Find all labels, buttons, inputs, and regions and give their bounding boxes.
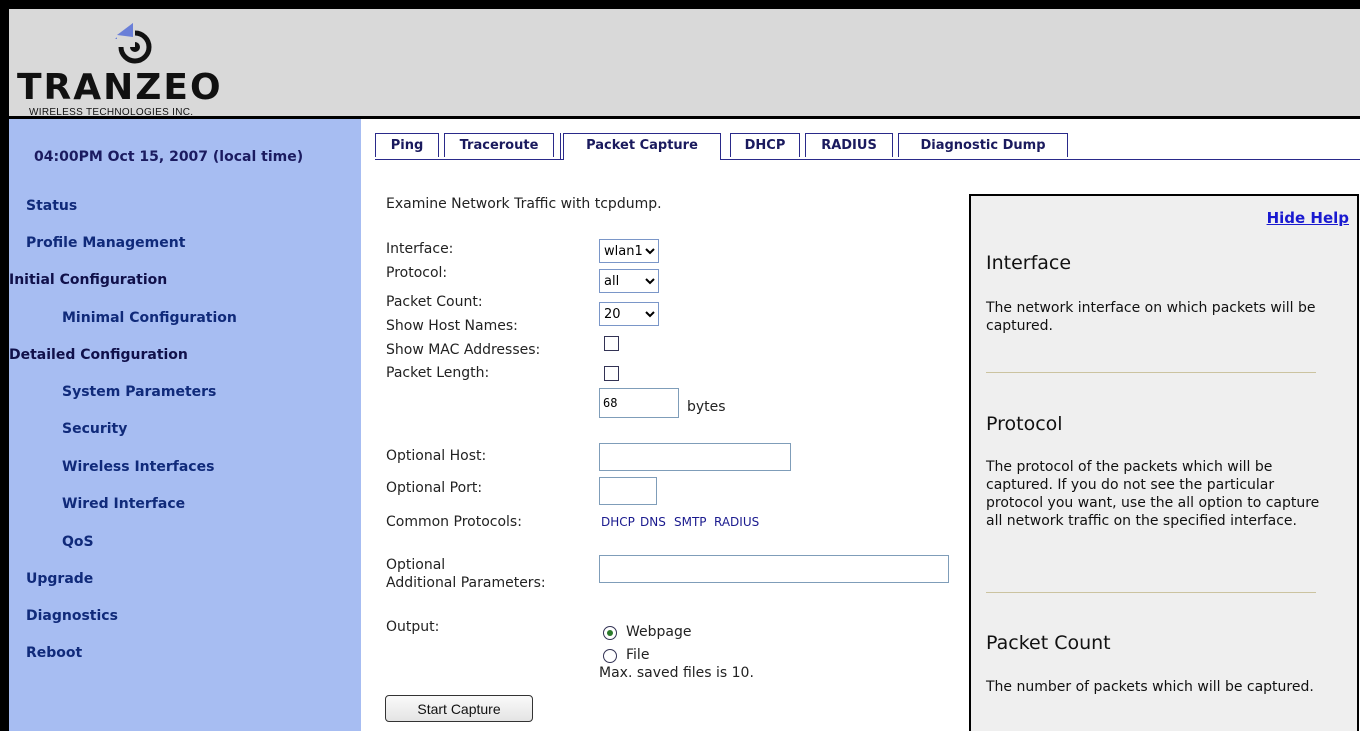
common-protocols-label: Common Protocols: [386, 514, 522, 530]
output-webpage-radio[interactable] [603, 626, 617, 640]
logo-subtitle: WIRELESS TECHNOLOGIES INC. [29, 107, 194, 118]
help-text-interface: The network interface on which packets w… [986, 300, 1316, 334]
form-intro: Examine Network Traffic with tcpdump. [386, 196, 662, 212]
show-mac-label: Show MAC Addresses: [386, 342, 541, 358]
optional-host-label: Optional Host: [386, 448, 487, 464]
show-host-names-checkbox[interactable] [604, 336, 619, 351]
optional-port-input[interactable] [599, 477, 657, 505]
help-divider [986, 592, 1316, 593]
tranzeo-logo[interactable]: TRANZEO WIRELESS TECHNOLOGIES INC. [17, 21, 297, 118]
sidebar-item-status[interactable]: Status [26, 198, 77, 214]
interface-select[interactable]: wlan1 [599, 239, 659, 263]
sidebar-item-wireless-interfaces[interactable]: Wireless Interfaces [62, 459, 214, 475]
packet-capture-form: Examine Network Traffic with tcpdump. In… [375, 159, 975, 731]
tab-traceroute[interactable]: Traceroute [444, 133, 554, 157]
protocol-link-smtp[interactable]: SMTP [674, 515, 707, 529]
sidebar-item-reboot[interactable]: Reboot [26, 645, 82, 661]
start-capture-button[interactable]: Start Capture [385, 695, 533, 722]
optional-params-input[interactable] [599, 555, 949, 583]
show-host-names-label: Show Host Names: [386, 318, 518, 334]
help-divider [986, 372, 1316, 373]
show-mac-checkbox[interactable] [604, 366, 619, 381]
help-title-protocol: Protocol [986, 413, 1063, 435]
help-text-packet-count: The number of packets which will be capt… [986, 679, 1314, 695]
sidebar-item-detailed-configuration[interactable]: Detailed Configuration [9, 347, 188, 363]
logo-wordmark: TRANZEO [17, 67, 223, 108]
sidebar-item-wired-interface[interactable]: Wired Interface [62, 496, 185, 512]
protocol-select[interactable]: all [599, 269, 659, 293]
help-text-protocol: The protocol of the packets which will b… [986, 459, 1320, 529]
output-label: Output: [386, 619, 440, 635]
sidebar-item-upgrade[interactable]: Upgrade [26, 571, 93, 587]
protocol-link-dhcp[interactable]: DHCP [601, 515, 635, 529]
protocol-link-dns[interactable]: DNS [640, 515, 666, 529]
packet-count-label: Packet Count: [386, 294, 483, 310]
page-frame: TRANZEO WIRELESS TECHNOLOGIES INC. 04:00… [9, 9, 1360, 731]
help-title-packet-count: Packet Count [986, 632, 1111, 654]
hide-help-link[interactable]: Hide Help [1267, 209, 1349, 227]
logo-mark-icon [115, 23, 152, 64]
interface-label: Interface: [386, 241, 454, 257]
packet-length-label: Packet Length: [386, 365, 490, 381]
output-file-radio[interactable] [603, 649, 617, 663]
help-title-interface: Interface [986, 252, 1072, 274]
tab-dhcp[interactable]: DHCP [730, 133, 800, 157]
tab-diagnostic-dump[interactable]: Diagnostic Dump [898, 133, 1068, 157]
sidebar-item-security[interactable]: Security [62, 421, 127, 437]
packet-count-select[interactable]: 20 [599, 302, 659, 326]
optional-port-label: Optional Port: [386, 480, 483, 496]
protocol-label: Protocol: [386, 265, 448, 281]
help-panel: Hide Help Interface The network interfac… [969, 194, 1359, 731]
local-time-display: 04:00PM Oct 15, 2007 (local time) [34, 149, 304, 165]
sidebar: 04:00PM Oct 15, 2007 (local time) Status… [9, 119, 361, 731]
sidebar-item-qos[interactable]: QoS [62, 534, 94, 550]
tab-radius[interactable]: RADIUS [805, 133, 893, 157]
sidebar-item-initial-configuration[interactable]: Initial Configuration [9, 272, 167, 288]
output-webpage-label: Webpage [626, 624, 692, 640]
output-file-label: File [626, 647, 650, 663]
optional-host-input[interactable] [599, 443, 791, 471]
protocol-link-radius[interactable]: RADIUS [714, 515, 759, 529]
max-saved-note: Max. saved files is 10. [599, 665, 754, 681]
sidebar-item-system-parameters[interactable]: System Parameters [62, 384, 216, 400]
header-bar: TRANZEO WIRELESS TECHNOLOGIES INC. [9, 9, 1360, 119]
packet-length-input[interactable] [599, 388, 679, 418]
sidebar-item-diagnostics[interactable]: Diagnostics [26, 608, 118, 624]
tab-packet-capture[interactable]: Packet Capture [560, 133, 721, 160]
packet-length-unit: bytes [687, 399, 726, 415]
sidebar-item-profile-management[interactable]: Profile Management [26, 235, 185, 251]
sidebar-item-minimal-configuration[interactable]: Minimal Configuration [62, 310, 237, 326]
tab-ping[interactable]: Ping [375, 133, 439, 157]
optional-params-label-line2: Additional Parameters: [386, 575, 546, 591]
optional-params-label-line1: Optional [386, 557, 446, 573]
diagnostics-tabs: Ping Traceroute Packet Capture DHCP RADI… [375, 133, 1360, 160]
